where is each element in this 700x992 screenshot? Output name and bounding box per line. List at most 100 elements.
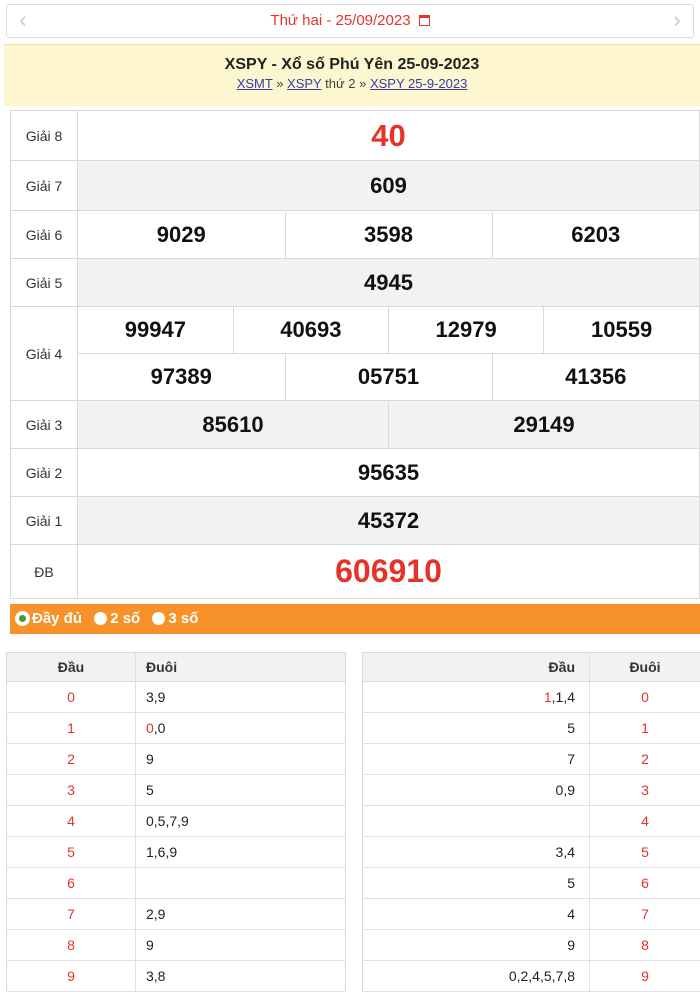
prize-value: 45372	[78, 497, 700, 545]
table-row: 29	[7, 744, 346, 775]
page-title: XSPY - Xổ số Phú Yên 25-09-2023	[4, 56, 700, 74]
dau-values: 5	[567, 720, 575, 736]
dau-digit: 0	[7, 682, 136, 713]
prize-label: Giải 3	[11, 401, 78, 449]
duoi-digit: 3	[590, 775, 700, 806]
date-navigator: ‹ Thứ hai - 25/09/2023 ›	[6, 4, 694, 38]
prize-label: Giải 7	[11, 161, 78, 211]
option-full[interactable]: Đầy đủ	[16, 604, 82, 634]
dau-values: 0,9	[556, 782, 575, 798]
option-full-label[interactable]: Đầy đủ	[32, 610, 82, 627]
table-row: 47	[363, 899, 700, 930]
calendar-icon[interactable]	[419, 15, 430, 26]
dau-list: 5	[363, 868, 590, 899]
prize-row-g6: Giải 6 9029 3598 6203	[11, 211, 700, 259]
dau-digit: 2	[7, 744, 136, 775]
prize-value: 85610	[78, 402, 389, 448]
prize-row-g5: Giải 5 4945	[11, 259, 700, 307]
dau-values: 9	[567, 937, 575, 953]
col-header-duoi: Đuôi	[590, 653, 700, 682]
table-row: 40,5,7,9	[7, 806, 346, 837]
prize-value: 40	[78, 111, 700, 161]
option-3-label[interactable]: 3 số	[168, 610, 198, 627]
table-row: 72	[363, 744, 700, 775]
duoi-list: 3,9	[136, 682, 346, 713]
date-selector[interactable]: Thứ hai - 25/09/2023	[7, 12, 693, 29]
table-row: 03,9	[7, 682, 346, 713]
option-2-label[interactable]: 2 số	[110, 610, 140, 627]
duoi-values: 3,9	[146, 689, 165, 705]
duoi-list: 0,0	[136, 713, 346, 744]
prize-row-g8: Giải 8 40	[11, 111, 700, 161]
breadcrumb-separator: »	[356, 76, 370, 91]
table-row: 0,2,4,5,7,8 9	[363, 961, 700, 992]
prize-value: 05751	[285, 354, 492, 400]
breadcrumb: XSMT » XSPY thứ 2 » XSPY 25-9-2023	[4, 76, 700, 91]
duoi-list: 9	[136, 930, 346, 961]
table-row: 6	[7, 868, 346, 899]
prize-value: 609	[78, 161, 700, 211]
table-row: 3,45	[363, 837, 700, 868]
table-row: 4	[363, 806, 700, 837]
duoi-table: Đầu Đuôi 1,1,4051720,9343,455647980,2,4,…	[362, 652, 700, 992]
prize-value: 3598	[285, 212, 492, 258]
prize-row-g4: Giải 4 99947 40693 12979 10559 97389 057…	[11, 307, 700, 401]
duoi-list: 9	[136, 744, 346, 775]
dau-digit: 8	[7, 930, 136, 961]
dau-list	[363, 806, 590, 837]
dau-list: 3,4	[363, 837, 590, 868]
prize-value: 10559	[544, 307, 699, 353]
date-text[interactable]: Thứ hai - 25/09/2023	[270, 12, 410, 29]
prize-value: 29149	[389, 402, 700, 448]
duoi-values: 9	[146, 751, 154, 767]
result-header: XSPY - Xổ số Phú Yên 25-09-2023 XSMT » X…	[4, 44, 700, 106]
duoi-digit: 6	[590, 868, 700, 899]
prize-value: 95635	[78, 449, 700, 497]
radio-icon[interactable]	[94, 612, 107, 625]
breadcrumb-separator: »	[273, 76, 287, 91]
duoi-values: 3,8	[146, 968, 165, 984]
prize-value: 6203	[492, 212, 699, 258]
breadcrumb-xsmt-link[interactable]: XSMT	[237, 76, 273, 91]
prize-label: ĐB	[11, 545, 78, 599]
col-header-dau: Đầu	[363, 653, 590, 682]
prize-label: Giải 2	[11, 449, 78, 497]
results-table: Giải 8 40 Giải 7 609 Giải 6 9029 3598 62…	[10, 110, 700, 599]
prize-label: Giải 4	[11, 307, 78, 401]
breadcrumb-date-link[interactable]: XSPY 25-9-2023	[370, 76, 467, 91]
duoi-digit: 7	[590, 899, 700, 930]
option-3-digits[interactable]: 3 số	[152, 604, 198, 634]
dau-digit: 6	[7, 868, 136, 899]
duoi-values: 9	[146, 937, 154, 953]
table-row: 56	[363, 868, 700, 899]
duoi-list: 0,5,7,9	[136, 806, 346, 837]
table-row: 51,6,9	[7, 837, 346, 868]
prize-value: 12979	[389, 307, 544, 353]
radio-icon[interactable]	[152, 612, 165, 625]
dau-list: 9	[363, 930, 590, 961]
duoi-list	[136, 868, 346, 899]
radio-checked-icon[interactable]	[16, 612, 29, 625]
dau-list: 7	[363, 744, 590, 775]
duoi-list: 3,8	[136, 961, 346, 992]
table-row: 51	[363, 713, 700, 744]
col-header-duoi: Đuôi	[136, 653, 346, 682]
dau-list: 1,1,4	[363, 682, 590, 713]
dau-digit: 5	[7, 837, 136, 868]
duoi-values: 2,9	[146, 906, 165, 922]
dau-digit: 1	[7, 713, 136, 744]
table-row: 89	[7, 930, 346, 961]
duoi-digit: 9	[590, 961, 700, 992]
dau-digit: 7	[7, 899, 136, 930]
dau-values: 0,2,4,5,7,8	[509, 968, 575, 984]
table-row: 98	[363, 930, 700, 961]
duoi-digit: 4	[590, 806, 700, 837]
table-row: 72,9	[7, 899, 346, 930]
prize-value: 99947	[78, 307, 233, 353]
dau-values: 3,4	[556, 844, 575, 860]
option-2-digits[interactable]: 2 số	[94, 604, 140, 634]
table-row: 35	[7, 775, 346, 806]
chevron-right-icon[interactable]: ›	[667, 9, 687, 31]
breadcrumb-xspy-link[interactable]: XSPY	[287, 76, 321, 91]
dau-table: Đầu Đuôi 03,910,0293540,5,7,951,6,9672,9…	[6, 652, 346, 992]
